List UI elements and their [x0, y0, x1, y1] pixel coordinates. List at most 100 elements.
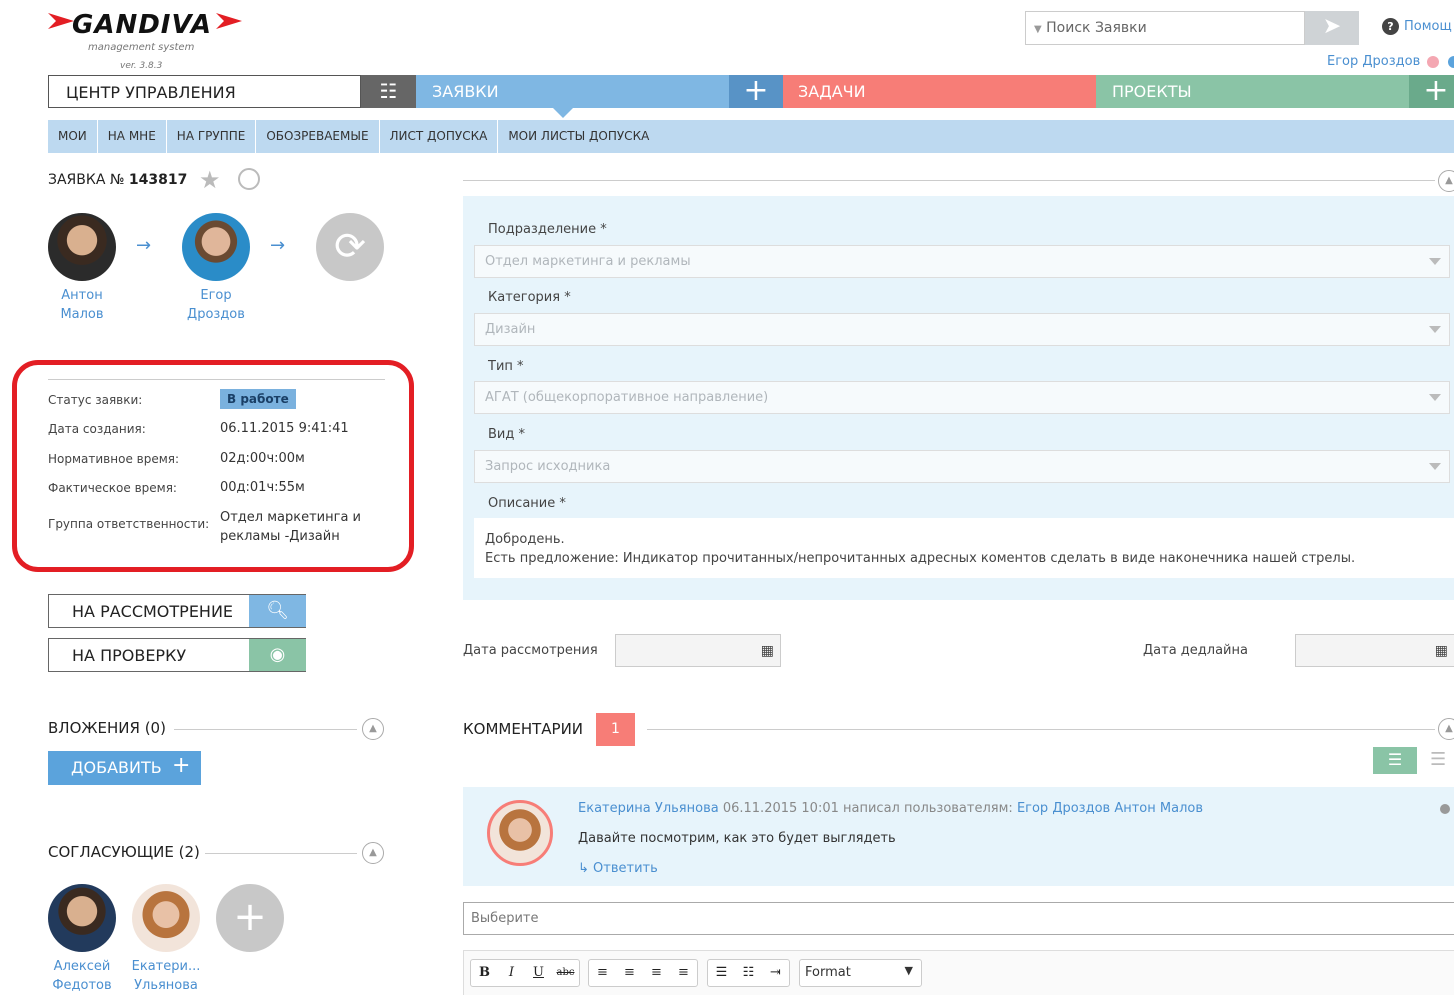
italic-icon[interactable]: I [498, 960, 525, 986]
align-justify-icon[interactable]: ≡ [670, 960, 697, 986]
subnav-access-list[interactable]: ЛИСТ ДОПУСКА [380, 120, 499, 153]
logo-text: GANDIVA [72, 10, 212, 40]
request-title: ЗАЯВКА № 143817 [48, 172, 187, 188]
to-review-button[interactable]: НА РАССМОТРЕНИЕ 🔍︎ [48, 594, 306, 628]
align-center-icon[interactable]: ≡ [616, 960, 643, 986]
person-last-name: Малов [60, 307, 104, 322]
reply-label: Ответить [593, 861, 658, 876]
kind-label: Вид * [488, 427, 525, 442]
align-right-icon[interactable]: ≡ [643, 960, 670, 986]
underline-icon[interactable]: U [525, 960, 552, 986]
alarm-clock-icon[interactable] [238, 168, 260, 190]
comment-author[interactable]: Екатерина Ульянова [578, 801, 719, 816]
chevron-down-icon [1429, 394, 1441, 401]
refresh-icon[interactable]: ⟳ [316, 213, 384, 281]
collapse-icon[interactable]: ▲ [1438, 170, 1454, 192]
comment-recipients[interactable]: Егор Дроздов Антон Малов [1017, 801, 1203, 816]
nav-projects-tab[interactable]: ПРОЕКТЫ [1096, 75, 1409, 108]
notification-dot[interactable] [1427, 56, 1439, 68]
add-attachment-button[interactable]: ДОБАВИТЬ + [48, 751, 201, 785]
category-select[interactable]: Дизайн [474, 313, 1450, 346]
recipients-select[interactable]: Выберите [463, 902, 1454, 935]
group-value-line: рекламы -Дизайн [220, 529, 340, 544]
review-date-input[interactable]: ▦ [615, 634, 781, 667]
department-label: Подразделение * [488, 222, 607, 237]
avatar[interactable] [48, 213, 116, 281]
help-link[interactable]: ? Помощ [1382, 18, 1452, 35]
send-arrow-icon: ➤ [1322, 14, 1342, 39]
person-name[interactable]: Алексей Федотов [37, 957, 127, 995]
avatar[interactable] [132, 884, 200, 952]
kind-select[interactable]: Запрос исходника [474, 450, 1450, 483]
strikethrough-icon[interactable]: abc [552, 960, 579, 986]
favorite-star-icon[interactable]: ★ [199, 166, 221, 194]
actual-time-label: Фактическое время: [48, 481, 177, 495]
bold-icon[interactable]: B [471, 960, 498, 986]
type-select[interactable]: АГАТ (общекорпоративное направление) [474, 381, 1450, 414]
actual-time-value: 00д:01ч:55м [220, 480, 305, 495]
avatar[interactable] [182, 213, 250, 281]
person-first-name: Егор [200, 288, 232, 303]
list-view-icon[interactable]: ☰ [1430, 749, 1446, 770]
subnav-on-group[interactable]: НА ГРУППЕ [167, 120, 257, 153]
chevron-down-icon: ▼ [904, 964, 913, 977]
collapse-icon[interactable]: ▲ [1438, 718, 1454, 740]
calendar-icon[interactable]: ▦ [1435, 643, 1448, 659]
add-project-button[interactable]: + [1409, 75, 1454, 108]
avatar[interactable] [48, 884, 116, 952]
editor-toolbar: B I U abc ≡ ≡ ≡ ≡ ☰ ☷ ⇥ Format ▼ [463, 950, 1454, 995]
to-check-button[interactable]: НА ПРОВЕРКУ ◉ [48, 638, 306, 672]
approvers-title: СОГЛАСУЮЩИЕ (2) [48, 843, 200, 861]
nav-tasks-tab[interactable]: ЗАДАЧИ [783, 75, 1096, 108]
calendar-icon[interactable]: ▦ [761, 643, 774, 659]
format-select[interactable]: Format ▼ [799, 959, 922, 987]
person-name[interactable]: Антон Малов [37, 286, 127, 324]
subnav-my-access-lists[interactable]: МОИ ЛИСТЫ ДОПУСКА [498, 120, 659, 153]
subnav-mine[interactable]: МОИ [48, 120, 98, 153]
add-approver-button[interactable]: + [216, 884, 284, 952]
search-placeholder: Поиск Заявки [1046, 20, 1147, 36]
indent-icon[interactable]: ⇥ [762, 960, 789, 986]
search-filter-icon[interactable]: ▼ [1034, 24, 1042, 35]
search-submit-button[interactable]: ➤ [1305, 11, 1359, 45]
text-style-group: B I U abc [470, 959, 580, 987]
request-title-prefix: ЗАЯВКА № [48, 172, 125, 188]
subnav-on-me[interactable]: НА МНЕ [98, 120, 167, 153]
avatar[interactable] [487, 800, 553, 866]
divider [205, 853, 357, 854]
arrow-right-icon: → [270, 235, 286, 256]
user-name-link[interactable]: Егор Дроздов [1327, 54, 1420, 69]
description-line: Есть предложение: Индикатор прочитанных/… [485, 551, 1356, 566]
status-dot[interactable] [1448, 56, 1454, 68]
subnav-watched[interactable]: ОБОЗРЕВАЕМЫЕ [256, 120, 380, 153]
to-check-label: НА ПРОВЕРКУ [72, 646, 187, 665]
norm-time-label: Нормативное время: [48, 452, 180, 466]
bullet-list-icon[interactable]: ☰ [708, 960, 735, 986]
group-value-line: Отдел маркетинга и [220, 510, 362, 525]
collapse-icon[interactable]: ▲ [362, 718, 384, 740]
search-input[interactable]: ▼ Поиск Заявки [1025, 11, 1305, 45]
settings-sliders-icon[interactable]: ☷ [361, 75, 416, 108]
person-name[interactable]: Екатери... Ульянова [121, 957, 211, 995]
add-request-button[interactable]: + [729, 75, 783, 108]
description-field[interactable]: Добродень. Есть предложение: Индикатор п… [474, 518, 1454, 578]
created-label: Дата создания: [48, 422, 146, 436]
numbered-list-icon[interactable]: ☷ [735, 960, 762, 986]
unread-dot [1440, 804, 1450, 814]
deadline-input[interactable]: ▦ [1295, 634, 1454, 667]
person-first-name: Екатери... [131, 959, 201, 974]
align-left-icon[interactable]: ≡ [589, 960, 616, 986]
department-select[interactable]: Отдел маркетинга и рекламы [474, 245, 1450, 278]
version-label: ver. 3.8.3 [120, 61, 163, 71]
created-value: 06.11.2015 9:41:41 [220, 421, 349, 436]
nav-control-center[interactable]: ЦЕНТР УПРАВЛЕНИЯ [48, 75, 361, 108]
collapse-icon[interactable]: ▲ [362, 842, 384, 864]
comments-count-badge: 1 [596, 713, 635, 746]
reply-link[interactable]: ↳ Ответить [578, 861, 658, 876]
tree-view-icon[interactable]: ☰ [1373, 747, 1417, 774]
nav-requests-tab[interactable]: ЗАЯВКИ [416, 75, 729, 108]
person-name[interactable]: Егор Дроздов [171, 286, 261, 324]
comment-meta: Екатерина Ульянова 06.11.2015 10:01 напи… [578, 801, 1203, 816]
person-first-name: Алексей [53, 959, 111, 974]
logo[interactable]: GANDIVA management system ver. 3.8.3 [48, 10, 248, 75]
